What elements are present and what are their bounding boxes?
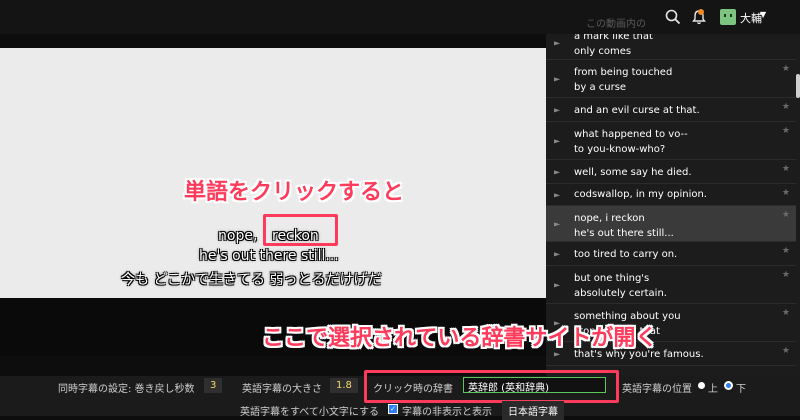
transcript-row[interactable]: ► too tired to carry on. ★ — [546, 242, 796, 266]
play-icon[interactable]: ► — [554, 249, 560, 258]
rewind-label: 同時字幕の設定: 巻き戻し秒数 — [58, 384, 195, 395]
chevron-down-icon[interactable]: ▼ — [760, 10, 766, 19]
transcript-row[interactable]: ► codswallop, in my opinion. ★ — [546, 184, 796, 206]
avatar[interactable] — [720, 9, 736, 25]
annotation-dictionary: ここで選択されている辞書サイトが開く — [262, 326, 658, 351]
star-icon[interactable]: ★ — [782, 164, 790, 174]
transcript-row-active[interactable]: ► nope, i reckon he's out there still...… — [546, 206, 796, 242]
ghost-text: この動画内の — [586, 19, 646, 30]
star-icon[interactable]: ★ — [782, 102, 790, 112]
star-icon[interactable]: ★ — [782, 346, 790, 356]
transcript-text: but one thing's absolutely certain. — [574, 273, 667, 299]
star-icon[interactable]: ★ — [782, 210, 790, 220]
star-icon[interactable]: ★ — [782, 308, 790, 318]
subtitle-line-2: he's out there still... — [199, 248, 339, 264]
transcript-text: and an evil curse at that. — [574, 105, 700, 116]
search-icon[interactable] — [664, 8, 682, 26]
star-icon[interactable]: ★ — [782, 126, 790, 136]
play-icon[interactable]: ► — [554, 38, 560, 47]
star-icon[interactable]: ★ — [782, 246, 790, 256]
transcript-text: codswallop, in my opinion. — [574, 189, 707, 200]
transcript-text: a mark like that only comes — [574, 34, 653, 57]
annotation-click-word: 単語をクリックすると — [184, 180, 405, 205]
play-icon[interactable]: ► — [554, 167, 560, 176]
transcript-text: nope, i reckon he's out there still... — [574, 213, 674, 239]
subtitle-position-label: 英語字幕の位置 — [622, 384, 692, 395]
subtitle-size-label: 英語字幕の大きさ — [242, 384, 322, 395]
rewind-seconds-field[interactable]: 3 — [204, 378, 223, 393]
star-icon[interactable]: ★ — [782, 270, 790, 280]
position-top-radio[interactable] — [698, 382, 705, 389]
dictionary-label: クリック時の辞書 — [373, 384, 453, 395]
dictionary-select[interactable]: 英辞郎 (英和辞典) — [463, 377, 606, 394]
subtitle-word-reckon[interactable]: reckon — [272, 228, 319, 244]
subtitle-japanese: 今も どこかで生きてる 弱っとるだけげだ — [121, 272, 382, 288]
transcript-text: too tired to carry on. — [574, 249, 678, 260]
position-bottom-radio[interactable] — [724, 381, 733, 390]
transcript-row[interactable]: ► well, some say he died. ★ — [546, 160, 796, 184]
transcript-text: what happened to vo-- to you-know-who? — [574, 129, 688, 155]
transcript-row[interactable]: ► from being touched by a curse ★ — [546, 60, 796, 98]
position-bottom-label: 下 — [736, 384, 746, 395]
transcript-row[interactable]: ► and an evil curse at that. ★ — [546, 98, 796, 122]
japanese-subtitle-button[interactable]: 日本語字幕 — [502, 401, 564, 420]
transcript-text: well, some say he died. — [574, 167, 692, 178]
play-icon[interactable]: ► — [554, 190, 560, 199]
play-icon[interactable]: ► — [554, 219, 560, 228]
transcript-row[interactable]: ► but one thing's absolutely certain. ★ — [546, 266, 796, 304]
play-icon[interactable]: ► — [554, 136, 560, 145]
transcript-row[interactable]: ► a mark like that only comes — [546, 34, 796, 60]
transcript-row[interactable]: ► what happened to vo-- to you-know-who?… — [546, 122, 796, 160]
subtitle-size-field[interactable]: 1.8 — [330, 378, 358, 393]
star-icon[interactable]: ★ — [782, 64, 790, 74]
transcript-text: from being touched by a curse — [574, 67, 673, 93]
play-icon[interactable]: ► — [554, 105, 560, 114]
star-icon[interactable]: ★ — [782, 188, 790, 198]
play-icon[interactable]: ► — [554, 74, 560, 83]
lowercase-checkbox[interactable]: ✓ — [388, 404, 398, 414]
username[interactable]: 大輔 — [740, 10, 762, 26]
play-icon[interactable]: ► — [554, 280, 560, 289]
position-top-label: 上 — [708, 384, 718, 395]
top-bar: この動画内の 大輔 ▼ — [0, 0, 800, 34]
notification-dot — [698, 9, 704, 15]
transcript-scrollbar[interactable] — [796, 74, 800, 98]
subtitle-text: nope, — [218, 228, 258, 244]
